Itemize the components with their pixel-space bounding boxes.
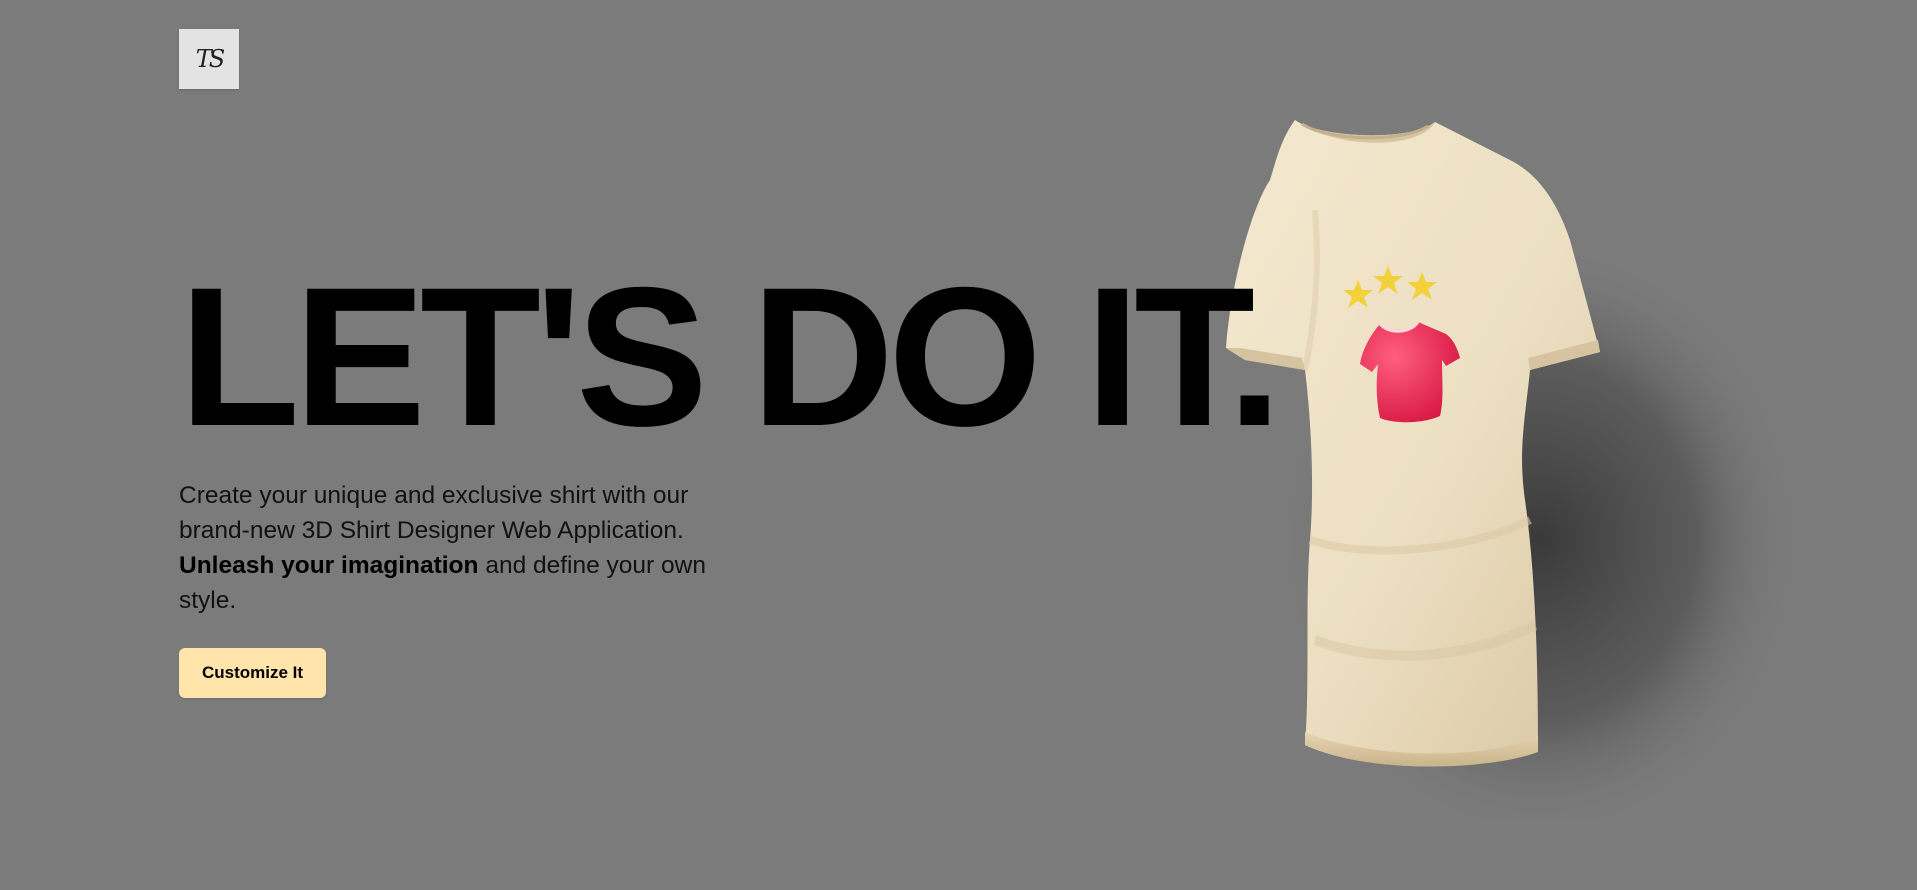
logo-icon: TS — [195, 45, 226, 73]
hero-title: LET'S DO IT. — [179, 246, 1282, 467]
hero-description: Create your unique and exclusive shirt w… — [179, 478, 749, 618]
description-highlight: Unleash your imagination — [179, 552, 479, 579]
tshirt-icon — [1070, 120, 1790, 820]
logo[interactable]: TS — [179, 29, 239, 89]
description-intro: Create your unique and exclusive shirt w… — [179, 482, 689, 544]
customize-button[interactable]: Customize It — [179, 648, 326, 698]
